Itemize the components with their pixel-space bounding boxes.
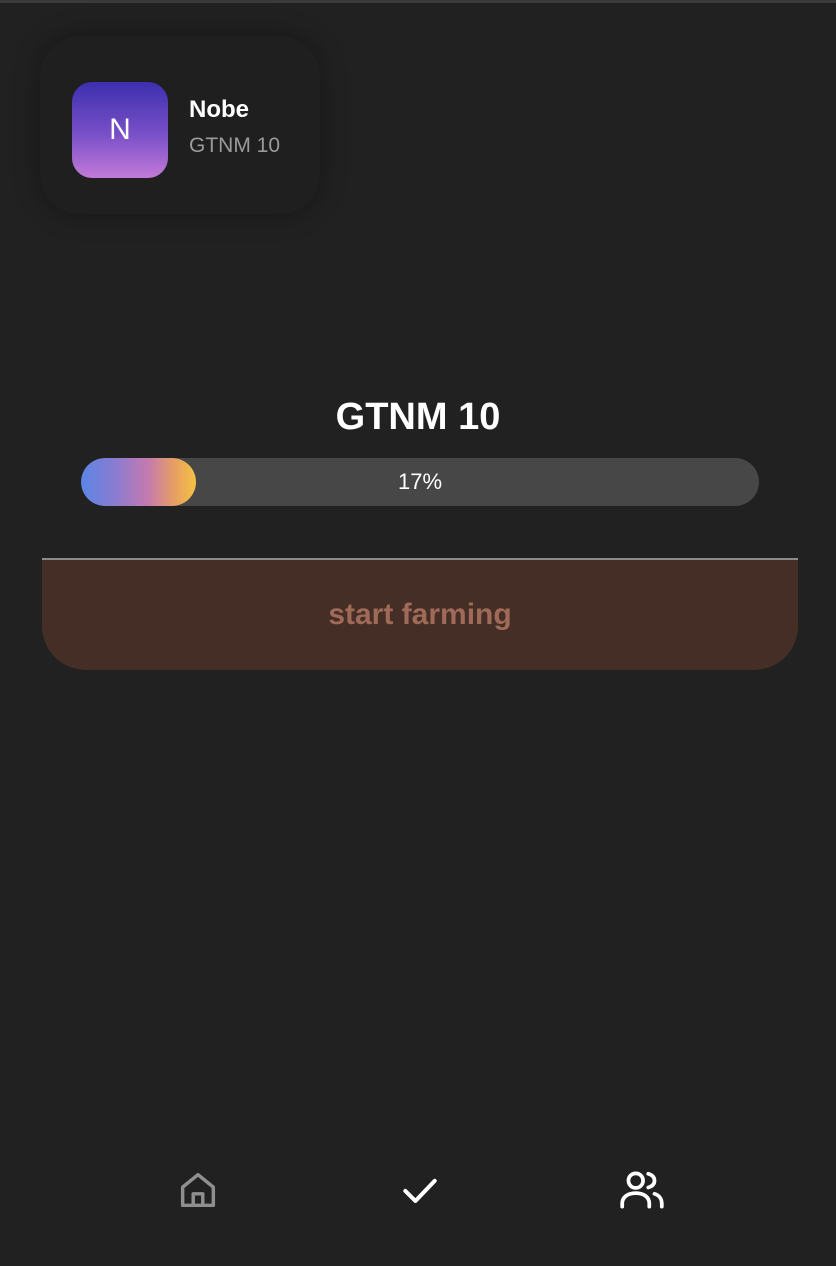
user-name: Nobe (189, 96, 249, 123)
start-farming-button[interactable]: start farming (42, 558, 798, 670)
progress-percent-label: 17% (397, 469, 443, 494)
nav-tasks[interactable] (392, 1162, 448, 1218)
nav-home[interactable] (170, 1162, 226, 1218)
home-icon (180, 1172, 216, 1208)
user-level-subtitle: GTNM 10 (189, 134, 281, 157)
top-divider (0, 0, 836, 3)
level-progress-bar: 17% (81, 458, 759, 506)
check-icon (403, 1178, 437, 1204)
avatar: N (72, 82, 168, 178)
bottom-nav (0, 1150, 836, 1230)
nav-friends[interactable] (614, 1162, 670, 1218)
users-icon (620, 1171, 664, 1209)
avatar-letter: N (109, 113, 131, 146)
level-title: GTNM 10 (335, 396, 501, 438)
app-screen: N Nobe GTNM 10 GTNM 10 17% start farming (0, 0, 836, 1266)
